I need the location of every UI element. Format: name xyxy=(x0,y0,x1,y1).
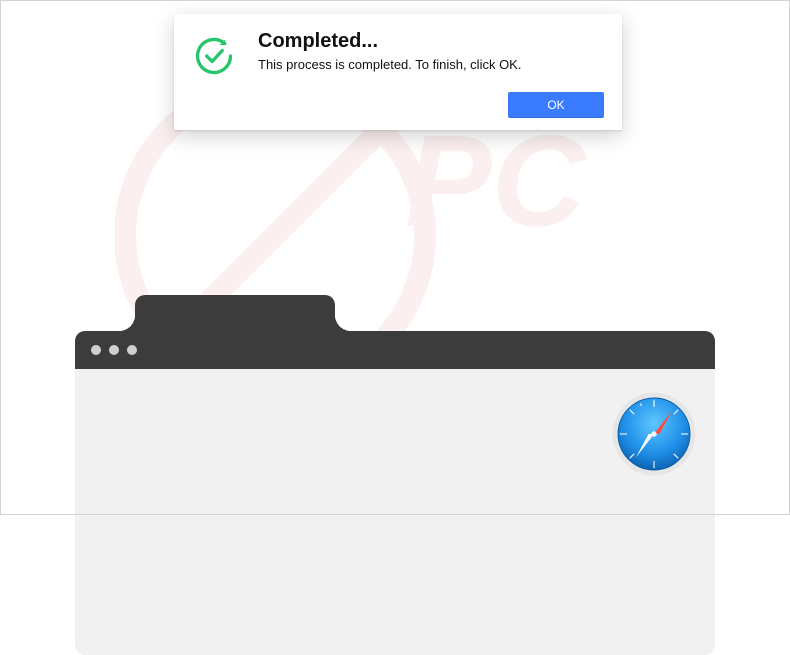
browser-body xyxy=(75,369,715,655)
traffic-light-close-icon[interactable] xyxy=(91,345,101,355)
dialog-actions: OK xyxy=(192,92,604,118)
dialog-text: Completed... This process is completed. … xyxy=(258,30,521,72)
dialog-message: This process is completed. To finish, cl… xyxy=(258,57,521,72)
browser-window xyxy=(75,295,715,655)
completed-dialog: Completed... This process is completed. … xyxy=(174,14,622,130)
traffic-light-zoom-icon[interactable] xyxy=(127,345,137,355)
safari-icon xyxy=(609,389,699,479)
dialog-title: Completed... xyxy=(258,30,521,53)
title-bar xyxy=(75,331,715,369)
browser-tab xyxy=(135,295,335,331)
ok-button[interactable]: OK xyxy=(508,92,604,118)
check-circle-refresh-icon xyxy=(192,34,236,78)
traffic-light-minimize-icon[interactable] xyxy=(109,345,119,355)
